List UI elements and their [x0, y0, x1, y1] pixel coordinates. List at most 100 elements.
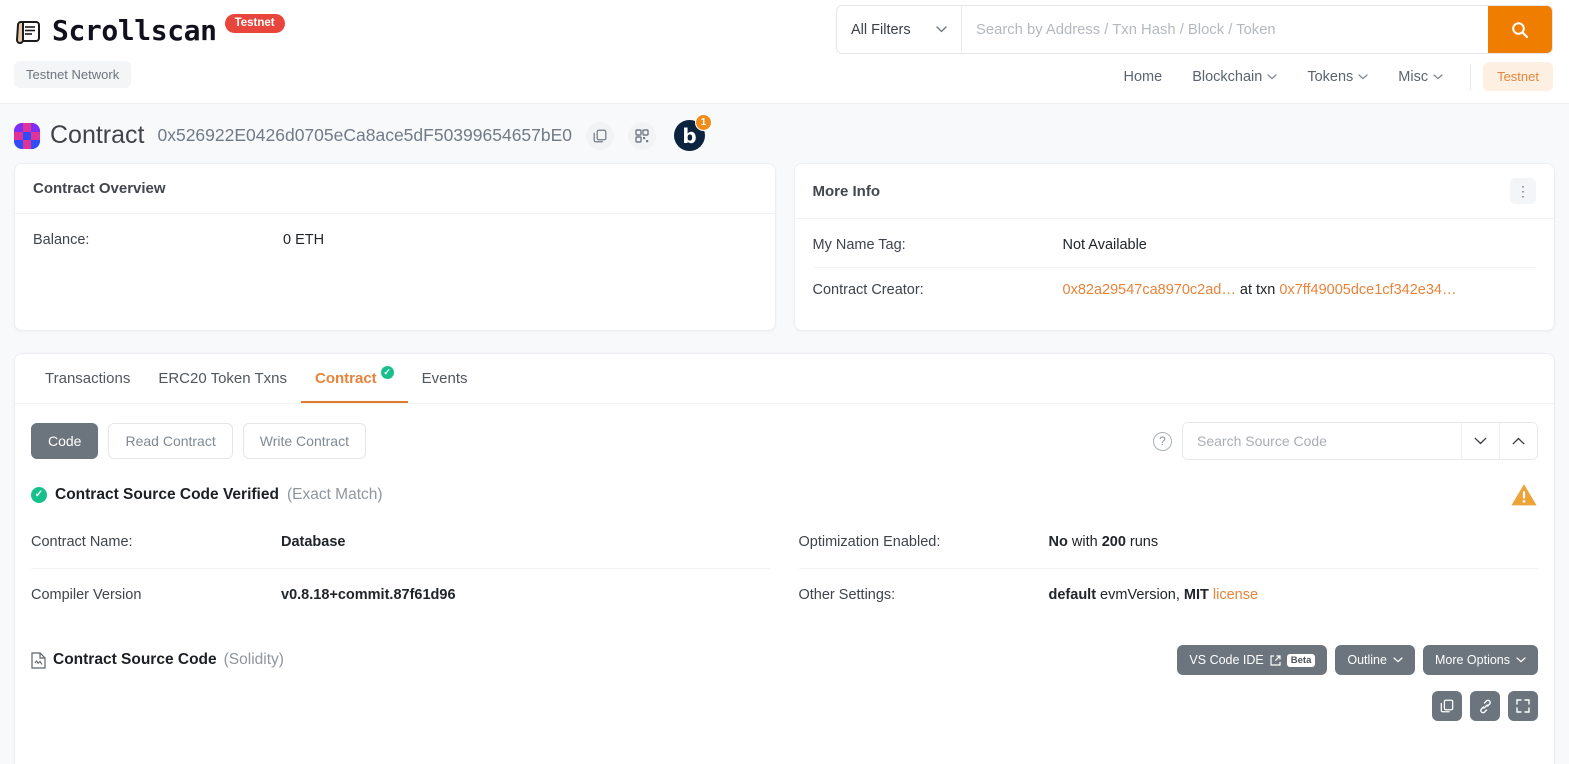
tab-label: Transactions [45, 370, 131, 387]
fullscreen-icon [1516, 699, 1530, 713]
subtab-write-contract[interactable]: Write Contract [242, 423, 366, 459]
overview-row-balance: Balance: 0 ETH [33, 218, 757, 262]
warning-triangle-icon[interactable] [1510, 482, 1538, 508]
more-options-button[interactable]: More Options [1422, 645, 1538, 675]
details-right-column: Optimization Enabled: No with 200 runs O… [798, 516, 1539, 621]
tab-erc20-token-txns[interactable]: ERC20 Token Txns [144, 354, 301, 403]
nav-label: Tokens [1307, 68, 1354, 85]
fullscreen-source-button[interactable] [1508, 691, 1538, 721]
question-mark-icon[interactable]: ? [1153, 431, 1172, 451]
detail-row-optimization: Optimization Enabled: No with 200 runs [799, 516, 1539, 568]
tab-label: Contract [315, 370, 377, 387]
tab-transactions[interactable]: Transactions [31, 354, 144, 403]
search-source-code-input[interactable] [1183, 423, 1461, 459]
nav-label: Home [1123, 68, 1163, 85]
chevron-up-icon[interactable] [1499, 423, 1537, 459]
chevron-down-icon [936, 26, 947, 33]
file-code-icon [31, 651, 46, 669]
page-title-row: Contract 0x526922E0426d0705eCa8ace5dF503… [0, 104, 1569, 163]
vs-code-ide-button[interactable]: VS Code IDE Beta [1177, 645, 1328, 675]
tab-events[interactable]: Events [408, 354, 482, 403]
contract-panel: Transactions ERC20 Token Txns Contract ✓… [14, 353, 1555, 764]
detail-value-mid: evmVersion, [1096, 587, 1184, 603]
contract-overview-title: Contract Overview [15, 164, 775, 214]
search-filter-dropdown[interactable]: All Filters [837, 6, 962, 53]
brand-logo[interactable]: Scrollscan Testnet [14, 14, 285, 47]
detail-value: v0.8.18+commit.87f61d96 [281, 587, 456, 603]
chevron-down-icon [1433, 73, 1443, 80]
brand-testnet-badge: Testnet [224, 14, 285, 33]
more-info-key: Contract Creator: [812, 282, 924, 298]
detail-value-bold: Database [281, 534, 346, 550]
overview-key: Balance: [33, 232, 90, 248]
verified-banner-left: ✓ Contract Source Code Verified (Exact M… [31, 486, 383, 504]
more-options-label: More Options [1434, 653, 1510, 667]
more-info-card: More Info ⋮ My Name Tag: Not Available C… [793, 163, 1555, 331]
detail-value-bold: No [1048, 534, 1068, 550]
detail-value: No with 200 runs [1049, 534, 1159, 550]
source-code-title-group: Contract Source Code (Solidity) [31, 651, 284, 669]
search-icon [1511, 21, 1529, 39]
chevron-down-icon[interactable] [1461, 423, 1499, 459]
nav-label: Misc [1398, 68, 1429, 85]
chevron-down-icon [1267, 73, 1277, 80]
creator-address-link[interactable]: 0x82a29547ca8970c2ad… [1063, 282, 1236, 298]
chevron-down-icon [1393, 657, 1403, 663]
search-submit-button[interactable] [1488, 6, 1552, 53]
copy-icon [1440, 699, 1454, 713]
detail-value-mid: with [1067, 534, 1102, 550]
creator-at-txn-text: at txn [1239, 282, 1276, 298]
source-search-group: ? [1153, 422, 1538, 460]
contract-overview-card: Contract Overview Balance: 0 ETH [14, 163, 776, 331]
overview-value: 0 ETH [283, 232, 325, 248]
verified-label: Contract Source Code Verified [55, 486, 279, 503]
blockscan-chat-button[interactable]: b 1 [674, 114, 713, 151]
outline-button[interactable]: Outline [1335, 645, 1415, 675]
detail-key: Optimization Enabled: [798, 534, 941, 550]
contract-tabs: Transactions ERC20 Token Txns Contract ✓… [15, 354, 1554, 404]
link-source-button[interactable] [1470, 691, 1500, 721]
contract-address: 0x526922E0426d0705eCa8ace5dF50399654657b… [157, 125, 573, 145]
qr-code-icon [635, 128, 649, 143]
chevron-down-icon [1358, 73, 1368, 80]
search-input[interactable] [962, 6, 1488, 53]
subtab-code[interactable]: Code [31, 423, 99, 459]
search-bar: All Filters [836, 5, 1553, 54]
detail-row-other-settings: Other Settings: default evmVersion, MIT … [798, 568, 1538, 621]
detail-row-compiler-version: Compiler Version v0.8.18+commit.87f61d96 [31, 568, 771, 621]
copy-address-button[interactable] [586, 121, 615, 150]
kebab-menu-icon[interactable]: ⋮ [1510, 178, 1536, 204]
copy-source-button[interactable] [1432, 691, 1462, 721]
source-code-actions: VS Code IDE Beta Outline More Options [1177, 645, 1538, 675]
detail-key: Other Settings: [798, 587, 896, 603]
contract-avatar [14, 122, 40, 149]
detail-value-bold: default [1048, 587, 1097, 603]
creator-txn-link[interactable]: 0x7ff49005dce1cf342e34… [1279, 282, 1456, 298]
verified-check-icon: ✓ [380, 366, 394, 379]
tab-contract[interactable]: Contract ✓ [301, 354, 408, 403]
more-info-header: More Info ⋮ [794, 164, 1554, 219]
nav-item-blockchain[interactable]: Blockchain [1177, 63, 1292, 91]
brand-name: Scrollscan [52, 14, 217, 47]
contract-details-grid: Contract Name: Database Compiler Version… [15, 508, 1554, 621]
subtab-read-contract[interactable]: Read Contract [108, 423, 233, 459]
qr-code-button[interactable] [628, 121, 657, 150]
detail-value-bold: v0.8.18+commit.87f61d96 [281, 587, 456, 603]
main-navigation: Home Blockchain Tokens Misc Testnet [1109, 62, 1553, 91]
nav-item-tokens[interactable]: Tokens [1292, 63, 1383, 91]
source-search-box [1182, 422, 1538, 460]
more-info-value: Not Available [1062, 237, 1147, 253]
detail-value-rest: runs [1125, 534, 1159, 550]
tab-label: ERC20 Token Txns [158, 370, 287, 387]
nav-item-misc[interactable]: Misc [1383, 63, 1458, 91]
detail-key: Contract Name: [31, 534, 133, 550]
license-link[interactable]: license [1213, 587, 1258, 603]
creator-value-group: 0x82a29547ca8970c2ad… at txn 0x7ff49005d… [1063, 282, 1457, 298]
beta-tag: Beta [1286, 653, 1316, 667]
network-chip[interactable]: Testnet Network [14, 61, 132, 88]
nav-item-home[interactable]: Home [1109, 63, 1178, 91]
scroll-logo-icon [14, 16, 44, 46]
network-selector-pill[interactable]: Testnet [1483, 62, 1553, 91]
top-header: Scrollscan Testnet Testnet Network All F… [0, 0, 1569, 104]
verified-check-icon: ✓ [31, 487, 47, 503]
